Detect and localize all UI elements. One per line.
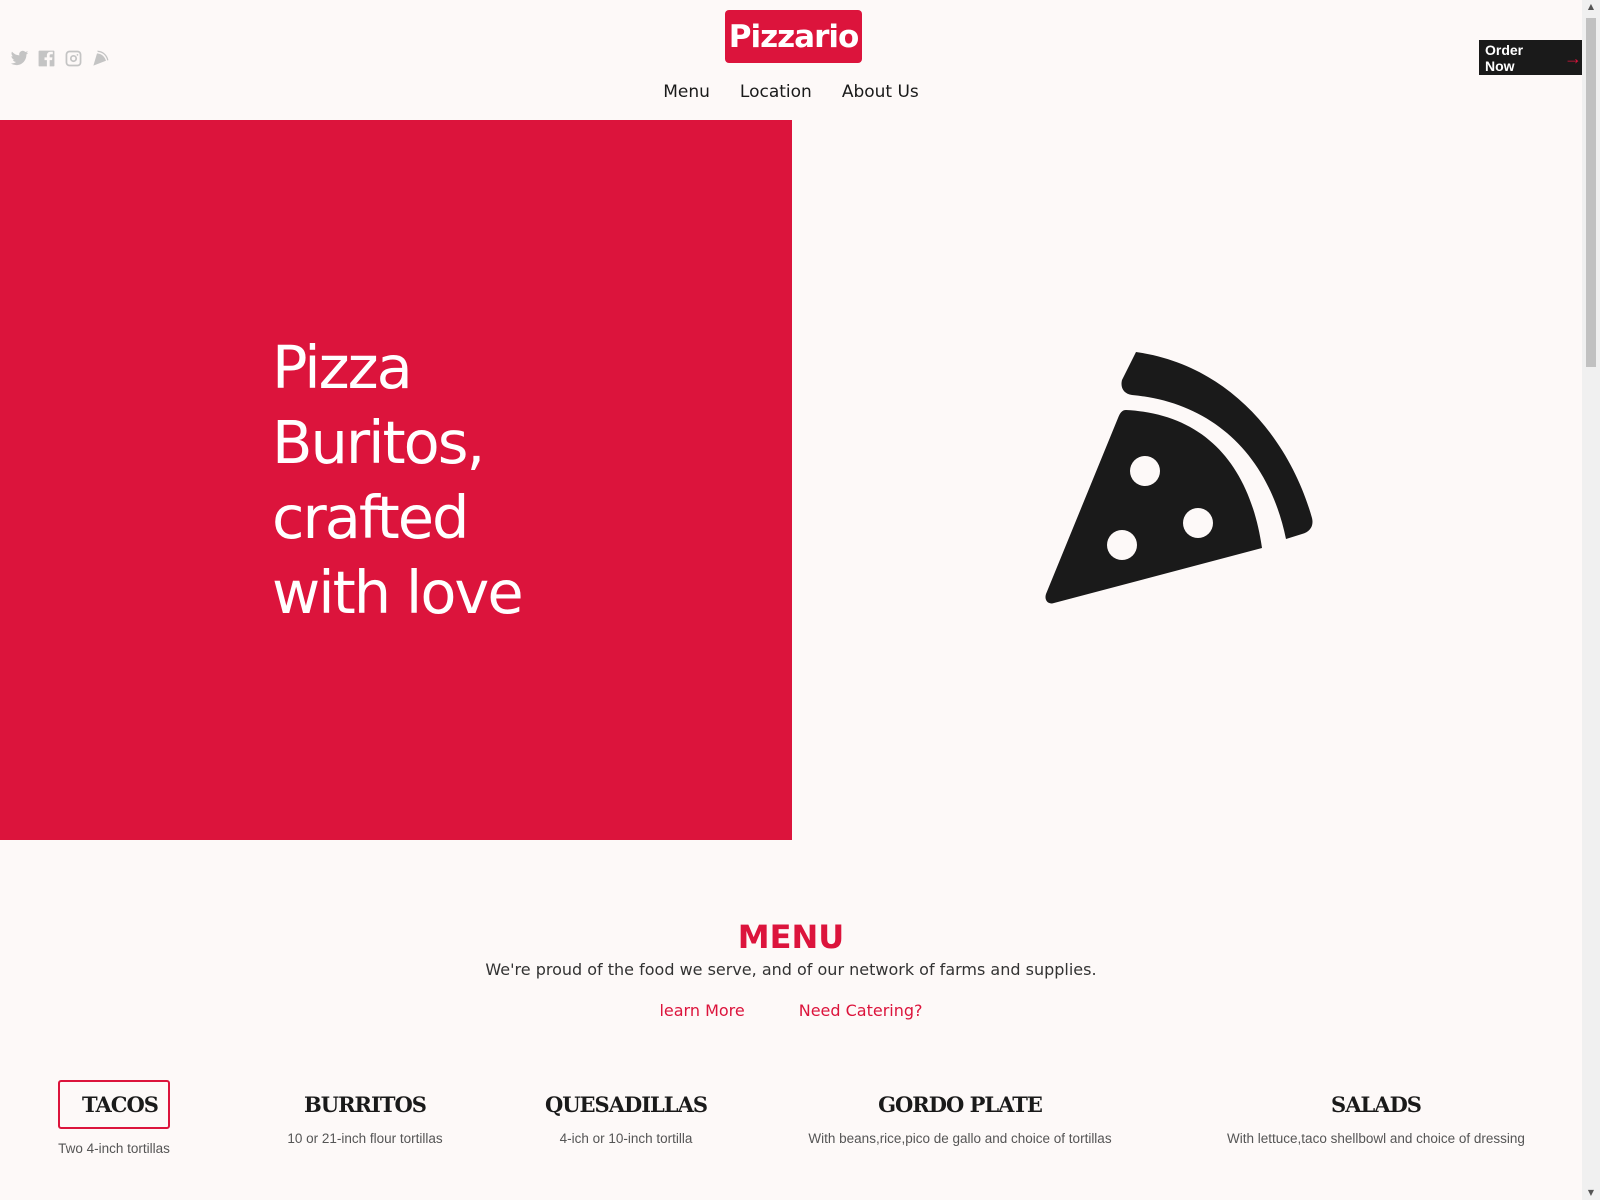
menu-subtitle: We're proud of the food we serve, and of… <box>485 960 1097 979</box>
category-gordo-plate[interactable]: GORDO PLATE With beans,rice,pico de gall… <box>800 1092 1120 1146</box>
logo[interactable]: Pizzario <box>725 10 862 63</box>
pizza-slice-icon[interactable] <box>90 48 110 68</box>
instagram-icon[interactable] <box>63 48 83 68</box>
category-salads[interactable]: SALADS With lettuce,taco shellbowl and c… <box>1218 1092 1534 1146</box>
scroll-down-arrow[interactable]: ▼ <box>1586 1188 1596 1198</box>
category-desc: With lettuce,taco shellbowl and choice o… <box>1227 1131 1525 1146</box>
hero-heading: Pizza Buritos, crafted with love <box>272 330 524 630</box>
order-now-button[interactable]: Order Now → <box>1479 40 1582 75</box>
facebook-icon[interactable] <box>36 48 56 68</box>
scroll-up-arrow[interactable]: ▲ <box>1586 2 1596 12</box>
category-desc: Two 4-inch tortillas <box>58 1141 170 1156</box>
nav-location[interactable]: Location <box>740 82 812 102</box>
need-catering-link[interactable]: Need Catering? <box>799 1001 923 1020</box>
pizza-slice-icon <box>1045 352 1313 604</box>
menu-links: learn More Need Catering? <box>0 1001 1582 1020</box>
order-now-label: Order Now <box>1485 41 1524 74</box>
learn-more-link[interactable]: learn More <box>659 1001 744 1020</box>
category-name: TACOS <box>58 1080 170 1129</box>
header: Pizzario Menu Location About Us Order No… <box>0 0 1582 120</box>
category-desc: With beans,rice,pico de gallo and choice… <box>808 1131 1112 1146</box>
hero-line: with love <box>272 558 524 627</box>
scroll-thumb[interactable] <box>1586 18 1596 367</box>
nav-menu[interactable]: Menu <box>663 82 710 102</box>
category-tacos[interactable]: TACOS Two 4-inch tortillas <box>58 1080 170 1156</box>
category-quesadillas[interactable]: QUESADILLAS 4-ich or 10-inch tortilla <box>526 1092 726 1146</box>
hero-line: Pizza <box>272 333 413 402</box>
category-name: BURRITOS <box>304 1092 427 1117</box>
menu-title: MENU <box>737 918 845 956</box>
category-name: GORDO PLATE <box>878 1092 1043 1117</box>
category-burritos[interactable]: BURRITOS 10 or 21-inch flour tortillas <box>265 1092 465 1146</box>
scrollbar[interactable]: ▲ ▼ <box>1582 0 1600 1200</box>
arrow-right-icon: → <box>1564 47 1582 68</box>
category-desc: 10 or 21-inch flour tortillas <box>287 1131 443 1146</box>
category-desc: 4-ich or 10-inch tortilla <box>559 1131 693 1146</box>
hero-line: Buritos, <box>272 408 485 477</box>
category-name: SALADS <box>1331 1092 1422 1117</box>
twitter-icon[interactable] <box>9 48 29 68</box>
hero-line: crafted <box>272 483 469 552</box>
main-nav: Menu Location About Us <box>0 82 1582 102</box>
category-name: QUESADILLAS <box>544 1092 708 1117</box>
nav-about-us[interactable]: About Us <box>842 82 919 102</box>
social-links <box>9 48 110 68</box>
